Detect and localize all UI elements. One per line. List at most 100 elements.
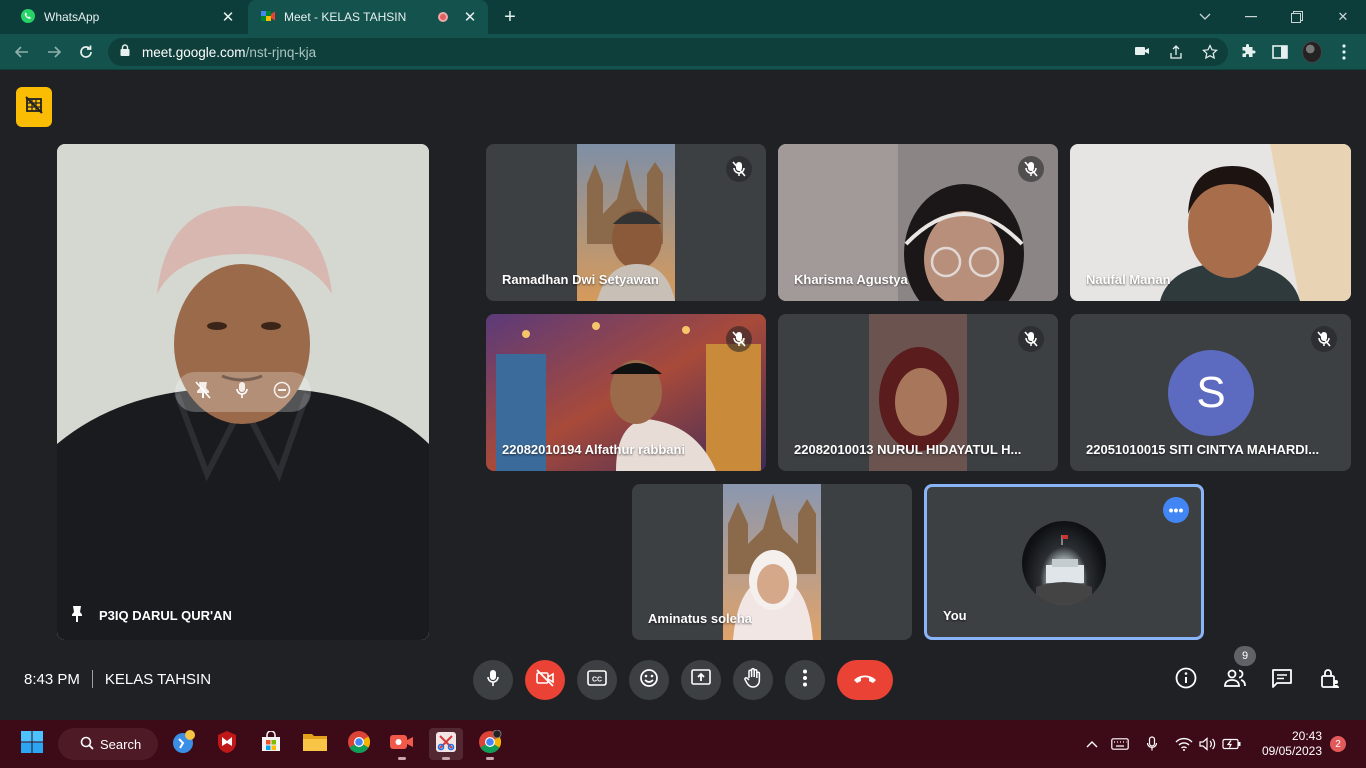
start-button[interactable] (15, 728, 49, 760)
volume-icon[interactable] (1197, 734, 1219, 754)
participant-name: 22082010013 NURUL HIDAYATUL H... (794, 442, 1022, 457)
camera-app[interactable] (385, 728, 419, 760)
participant-name: You (943, 608, 967, 623)
close-window-button[interactable]: ✕ (1320, 0, 1366, 34)
windows-logo-icon (20, 730, 44, 759)
reactions-button[interactable] (629, 660, 669, 700)
chat-icon (1271, 668, 1293, 693)
muted-microphone-icon (726, 326, 752, 352)
camera-toggle-button[interactable] (525, 660, 565, 700)
address-bar[interactable]: meet.google.com/nst-rjnq-kja (108, 38, 1228, 66)
search-icon (80, 736, 94, 753)
svg-text:CC: CC (592, 676, 602, 683)
participant-tile[interactable]: 22082010194 Alfathur rabbani (486, 314, 766, 471)
participant-name: P3IQ DARUL QUR'AN (99, 608, 232, 623)
muted-microphone-icon (1311, 326, 1337, 352)
meeting-details-button[interactable] (1172, 666, 1200, 694)
present-screen-button[interactable] (681, 660, 721, 700)
tab-search-icon[interactable] (1182, 0, 1228, 34)
show-hidden-icons-button[interactable] (1081, 734, 1103, 754)
clock-date: 09/05/2023 (1261, 744, 1322, 758)
closed-captions-icon: CC (587, 669, 607, 691)
windows-taskbar: Search 20:43 09/05/2023 2 (0, 720, 1366, 768)
taskbar-search[interactable]: Search (58, 728, 158, 760)
search-label: Search (100, 736, 142, 752)
participant-tile[interactable]: S 22051010015 SITI CINTYA MAHARDI... (1070, 314, 1351, 471)
participant-name: Aminatus soleha (648, 611, 753, 626)
wifi-icon[interactable] (1173, 734, 1195, 754)
video-camera-icon (389, 732, 415, 757)
forward-button[interactable] (42, 40, 66, 64)
people-icon (1223, 669, 1247, 692)
share-icon[interactable] (1168, 44, 1184, 65)
file-explorer-app[interactable] (298, 728, 332, 760)
snipping-tool-app[interactable] (429, 728, 463, 760)
tab-meet[interactable]: Meet - KELAS TAHSIN ✕ (248, 0, 488, 34)
restore-button[interactable] (1274, 0, 1320, 34)
microphone-in-use-icon[interactable] (1141, 734, 1163, 754)
bookmark-star-icon[interactable] (1202, 44, 1218, 65)
keyboard-icon[interactable] (1109, 734, 1131, 754)
side-panel-icon[interactable] (1270, 42, 1290, 62)
chrome-profile-app[interactable] (473, 728, 507, 760)
people-button[interactable] (1221, 666, 1249, 694)
taskbar-clock[interactable]: 20:43 09/05/2023 (1252, 729, 1322, 759)
lock-person-icon (1319, 667, 1341, 694)
mcafee-app[interactable] (210, 728, 244, 760)
meeting-time: 8:43 PM (24, 670, 80, 688)
participant-count-badge: 9 (1234, 646, 1256, 666)
camera-in-use-icon[interactable] (1134, 44, 1150, 65)
mcafee-shield-icon (216, 730, 238, 759)
reload-button[interactable] (74, 40, 98, 64)
participant-name: 22051010015 SITI CINTYA MAHARDI... (1086, 442, 1320, 457)
participant-tile[interactable]: Kharisma Agustya (778, 144, 1058, 301)
participant-tile[interactable]: 22082010013 NURUL HIDAYATUL H... (778, 314, 1058, 471)
back-button[interactable] (10, 40, 34, 64)
info-icon (1175, 667, 1197, 694)
participant-avatar: S (1168, 350, 1254, 436)
pin-icon (71, 605, 83, 626)
browser-menu-icon[interactable] (1334, 42, 1354, 62)
microphone-icon (486, 669, 500, 692)
more-options-button[interactable]: ••• (1163, 497, 1189, 523)
unpin-icon[interactable] (195, 380, 211, 404)
lock-icon (120, 43, 130, 61)
participant-name: Kharisma Agustya (794, 272, 908, 287)
new-tab-button[interactable]: + (498, 5, 522, 29)
notification-badge[interactable]: 2 (1330, 736, 1346, 752)
chat-button[interactable] (1268, 666, 1296, 694)
chrome-app[interactable] (342, 728, 376, 760)
self-view-tile[interactable]: ••• You (924, 484, 1204, 640)
host-controls-button[interactable] (1316, 666, 1344, 694)
battery-charging-icon[interactable] (1221, 734, 1243, 754)
remove-icon[interactable] (273, 381, 291, 404)
tab-whatsapp[interactable]: WhatsApp ✕ (8, 0, 246, 34)
extensions-icon[interactable] (1238, 42, 1258, 62)
participant-tile[interactable]: Aminatus soleha (632, 484, 912, 640)
participant-tile[interactable]: Naufal Manan (1070, 144, 1351, 301)
meet-icon (260, 8, 276, 27)
widgets-app[interactable] (166, 728, 200, 760)
url-text: meet.google.com/nst-rjnq-kja (142, 45, 316, 60)
more-options-button[interactable] (785, 660, 825, 700)
meeting-stage: P3IQ DARUL QUR'AN Ramadhan Dwi Setyawan … (0, 71, 1366, 720)
microphone-toggle-button[interactable] (473, 660, 513, 700)
participant-tile[interactable]: Ramadhan Dwi Setyawan (486, 144, 766, 301)
minimize-button[interactable] (1228, 0, 1274, 34)
microsoft-store-app[interactable] (254, 728, 288, 760)
clock-time: 20:43 (1291, 729, 1322, 743)
pinned-participant-tile[interactable]: P3IQ DARUL QUR'AN (57, 144, 429, 640)
microphone-icon[interactable] (235, 381, 249, 404)
meeting-info: 8:43 PM KELAS TAHSIN (24, 670, 211, 688)
hang-up-icon (852, 671, 878, 689)
leave-call-button[interactable] (837, 660, 893, 700)
browser-tab-strip: WhatsApp ✕ Meet - KELAS TAHSIN ✕ + ✕ (0, 0, 1366, 34)
self-avatar (1022, 521, 1106, 605)
captions-button[interactable]: CC (577, 660, 617, 700)
raise-hand-button[interactable] (733, 660, 773, 700)
close-tab-icon[interactable]: ✕ (220, 9, 236, 26)
profile-avatar[interactable] (1302, 41, 1322, 63)
close-tab-icon[interactable]: ✕ (462, 9, 478, 26)
participant-name: 22082010194 Alfathur rabbani (502, 442, 686, 457)
recording-badge[interactable] (16, 87, 52, 127)
